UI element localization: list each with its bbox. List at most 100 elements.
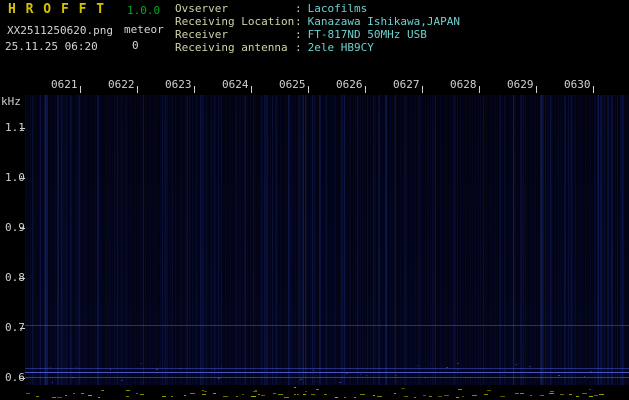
level-mark: [126, 390, 130, 391]
noise-streak: [334, 95, 335, 385]
x-tick-label: 0629: [507, 79, 534, 91]
level-mark: [438, 396, 442, 397]
noise-streak: [385, 95, 387, 385]
noise-streak: [305, 95, 306, 385]
level-mark: [594, 395, 598, 396]
noise-streak: [319, 95, 320, 385]
level-mark: [261, 395, 265, 396]
noise-streak: [378, 95, 380, 385]
noise-streak: [358, 95, 359, 385]
noise-streak: [404, 95, 406, 385]
x-tick-label: 0622: [108, 79, 135, 91]
noise-streak: [47, 95, 48, 385]
level-mark: [316, 389, 319, 390]
noise-streak: [253, 95, 254, 385]
level-mark: [311, 394, 315, 395]
noise-streak: [428, 95, 429, 385]
level-mark: [101, 390, 104, 391]
x-tick-mark: [536, 86, 537, 93]
noise-streak: [565, 95, 566, 385]
noise-streak: [547, 95, 549, 385]
noise-streak: [435, 95, 436, 385]
level-mark: [294, 394, 296, 395]
level-mark: [73, 393, 75, 394]
noise-streak: [165, 95, 166, 385]
noise-speck: [424, 377, 426, 378]
level-mark: [404, 396, 408, 397]
level-mark: [462, 396, 464, 397]
noise-speck: [179, 368, 181, 369]
noise-speck: [366, 375, 367, 376]
info-separator: :: [295, 2, 302, 15]
noise-streak: [374, 95, 376, 385]
level-mark: [515, 393, 519, 394]
info-label: Receiver: [175, 29, 295, 41]
noise-speck: [339, 382, 341, 383]
level-mark: [401, 388, 405, 389]
noise-streak: [98, 95, 99, 385]
level-mark: [377, 396, 382, 397]
noise-streak: [617, 95, 618, 385]
level-mark: [251, 396, 256, 397]
noise-streak: [414, 95, 415, 385]
carrier-line: [25, 325, 629, 326]
noise-streak: [572, 95, 573, 385]
spectrogram: [25, 95, 629, 385]
noise-streak: [236, 95, 237, 385]
level-mark: [162, 396, 166, 397]
noise-streak: [349, 95, 350, 385]
noise-streak: [478, 95, 479, 385]
noise-streak: [299, 95, 300, 385]
x-tick-label: 0628: [450, 79, 477, 91]
noise-streak: [40, 95, 41, 385]
mode-label: meteor: [124, 24, 164, 36]
signal-level-strip: [0, 385, 629, 400]
x-tick-label: 0623: [165, 79, 192, 91]
noise-streak: [202, 95, 204, 385]
noise-speck: [468, 377, 470, 378]
noise-speck: [317, 381, 318, 382]
noise-speck: [578, 372, 579, 373]
noise-speck: [277, 368, 278, 369]
level-mark: [560, 394, 564, 395]
level-mark: [360, 394, 365, 395]
level-mark: [88, 395, 92, 396]
level-mark: [429, 396, 432, 397]
noise-streak: [504, 95, 505, 385]
info-separator: :: [295, 28, 302, 41]
station-info: Ovserver:Lacofilms Receiving Location:Ka…: [175, 3, 460, 55]
noise-streak: [514, 95, 515, 385]
noise-streak: [326, 95, 327, 385]
noise-speck: [502, 375, 503, 376]
info-value: Kanazawa Ishikawa,JAPAN: [308, 15, 460, 28]
x-tick-label: 0626: [336, 79, 363, 91]
noise-streak: [542, 95, 544, 385]
level-mark: [202, 390, 204, 391]
x-tick-mark: [593, 86, 594, 93]
noise-streak: [206, 95, 207, 385]
noise-speck: [558, 375, 560, 376]
level-mark: [394, 393, 396, 394]
noise-speck: [396, 377, 397, 378]
level-mark: [335, 397, 338, 398]
level-mark: [98, 397, 100, 398]
noise-streak: [620, 95, 621, 385]
level-mark: [414, 397, 416, 398]
noise-speck: [140, 363, 142, 364]
noise-speck: [457, 369, 459, 370]
level-mark: [81, 393, 84, 394]
noise-streak: [221, 95, 222, 385]
noise-speck: [110, 369, 111, 370]
noise-speck: [360, 374, 361, 375]
level-mark: [184, 395, 186, 396]
noise-streak: [568, 95, 569, 385]
level-mark: [324, 394, 327, 395]
info-label: Receiving Location: [175, 16, 295, 28]
level-mark: [236, 396, 238, 397]
level-mark: [171, 396, 173, 397]
level-mark: [303, 394, 306, 395]
noise-streak: [192, 95, 193, 385]
noise-speck: [395, 375, 397, 376]
noise-streak: [39, 95, 40, 385]
level-mark: [540, 395, 544, 396]
